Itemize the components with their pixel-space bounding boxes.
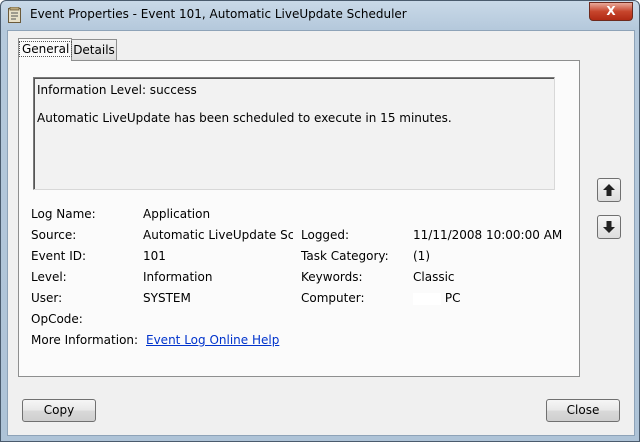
keywords-value: Classic	[413, 270, 455, 284]
event-message-box[interactable]: Information Level: success Automatic Liv…	[33, 77, 555, 190]
task-category-value: (1)	[413, 249, 430, 263]
close-button[interactable]: Close	[546, 399, 620, 422]
tab-details-label: Details	[73, 43, 115, 57]
level-label: Level:	[31, 270, 67, 284]
title-bar[interactable]: Event Properties - Event 101, Automatic …	[1, 1, 639, 29]
computer-label: Computer:	[301, 291, 365, 305]
up-arrow-icon	[603, 184, 615, 196]
source-value: Automatic LiveUpdate Schec	[143, 228, 293, 242]
task-category-label: Task Category:	[301, 249, 389, 263]
user-label: User:	[31, 291, 63, 305]
source-label: Source:	[31, 228, 77, 242]
event-properties-window: Event Properties - Event 101, Automatic …	[0, 0, 640, 442]
event-log-online-help-link[interactable]: Event Log Online Help	[146, 333, 279, 347]
event-id-label: Event ID:	[31, 249, 87, 263]
next-event-button[interactable]	[597, 215, 621, 239]
down-arrow-icon	[603, 221, 615, 233]
close-icon: X	[606, 4, 616, 18]
event-viewer-icon	[8, 6, 22, 23]
dialog-client-area: General Details Information Level: succe…	[7, 30, 635, 436]
redacted-block	[413, 292, 441, 305]
log-name-label: Log Name:	[31, 207, 96, 221]
message-line-2: Automatic LiveUpdate has been scheduled …	[37, 111, 452, 125]
general-tab-panel: Information Level: success Automatic Liv…	[18, 60, 580, 377]
window-close-button[interactable]: X	[589, 2, 633, 21]
message-line-1: Information Level: success	[37, 83, 197, 97]
computer-value-group: PC	[413, 291, 460, 305]
event-id-value: 101	[143, 249, 166, 263]
logged-label: Logged:	[301, 228, 350, 242]
opcode-label: OpCode:	[31, 312, 83, 326]
tab-general[interactable]: General	[18, 38, 73, 61]
tab-details[interactable]: Details	[71, 39, 117, 60]
more-info-label: More Information:	[31, 333, 139, 347]
previous-event-button[interactable]	[597, 178, 621, 202]
level-value: Information	[143, 270, 213, 284]
keywords-label: Keywords:	[301, 270, 363, 284]
user-value: SYSTEM	[143, 291, 191, 305]
tab-general-label: General	[19, 41, 73, 57]
log-name-value: Application	[143, 207, 211, 221]
computer-value: PC	[444, 291, 461, 305]
window-title: Event Properties - Event 101, Automatic …	[30, 7, 407, 21]
copy-button[interactable]: Copy	[22, 399, 96, 422]
logged-value: 11/11/2008 10:00:00 AM	[413, 228, 563, 242]
